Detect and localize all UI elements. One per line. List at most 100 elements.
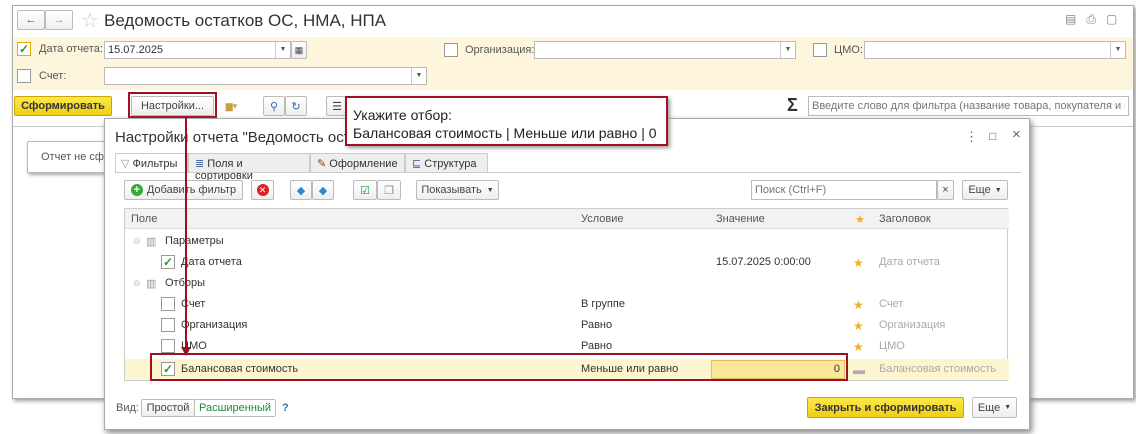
org-checkbox[interactable] [444,43,458,57]
table-header: Поле Условие Значение ★ Заголовок [125,209,1009,229]
table-row[interactable]: Организация Равно ★ Организация [125,315,1009,336]
chevron-down-icon[interactable]: ▼ [1110,42,1125,58]
preview-icon[interactable]: ▢ [1106,12,1127,26]
star-icon[interactable]: ☆ [81,8,99,33]
back-button[interactable]: ← [17,10,45,30]
calendar-button[interactable]: ▦ [291,41,307,59]
more-bottom-button[interactable]: Еще ▼ [972,397,1017,418]
uncheck-all-icon: ❐ [384,184,394,197]
row-condition[interactable]: В группе [581,298,625,310]
move-down-button[interactable]: ◆ [312,180,334,200]
maximize-icon[interactable]: □ [989,129,996,143]
show-label: Показывать [421,184,482,196]
column-value[interactable]: Значение [716,213,765,225]
dash-icon[interactable]: ▬ [853,363,865,377]
tab-filters[interactable]: ▽ Фильтры [115,153,188,173]
row-value[interactable]: 15.07.2025 0:00:00 [716,256,811,268]
more-label: Еще [977,401,1001,414]
cmo-checkbox[interactable] [813,43,827,57]
star-icon[interactable]: ★ [853,256,864,270]
date-input[interactable]: 15.07.2025 ▼ [104,41,291,59]
chevron-down-icon[interactable]: ▼ [411,68,426,84]
view-label: Вид: [116,402,139,414]
dialog-search-input[interactable] [751,180,937,200]
row-checkbox[interactable] [161,318,175,332]
row-condition[interactable]: Равно [581,319,612,331]
arrow-left-icon: ← [25,14,37,26]
sigma-icon[interactable]: Σ [787,95,798,116]
folder-icon: ▆▾ [225,100,238,111]
show-button[interactable]: Показывать ▼ [416,180,499,200]
row-title: Организация [879,319,946,331]
row-condition[interactable]: Равно [581,340,612,352]
help-link[interactable]: ? [282,402,289,414]
filter-search-input[interactable] [808,96,1129,116]
check-all-button[interactable]: ☑ [353,180,377,200]
chevron-down-icon: ▼ [486,186,494,194]
find-button[interactable]: ⚲ [263,96,285,116]
parameters-group-icon: ▥ [146,236,157,248]
tab-label: Структура [424,158,477,170]
filter-group-icon: ▥ [146,278,157,290]
row-checkbox[interactable]: ✓ [161,255,175,269]
close-and-generate-button[interactable]: Закрыть и сформировать [807,397,964,418]
row-title: Дата отчета [879,256,940,268]
chevron-down-icon[interactable]: ▼ [275,42,290,58]
find-next-button[interactable]: ↻ [285,96,307,116]
tab-appearance[interactable]: ✎ Оформление [310,153,405,173]
date-label: Дата отчета: [39,43,103,55]
tab-label: Фильтры [132,158,178,170]
arrow-down-icon: ◆ [318,184,328,197]
view-advanced-button[interactable]: Расширенный [194,399,276,417]
tooltip-line2: Балансовая стоимость | Меньше или равно … [353,125,657,141]
row-title: ЦМО [879,340,905,352]
account-checkbox[interactable] [17,69,31,83]
star-icon[interactable]: ★ [853,340,864,354]
table-row[interactable]: ✓ Дата отчета 15.07.2025 0:00:00 ★ Дата … [125,252,1009,273]
row-checkbox[interactable] [161,339,175,353]
chevron-down-icon[interactable]: ▼ [780,42,795,58]
arrow-up-icon: ◆ [296,184,306,197]
collapse-icon[interactable]: ⊖ [133,236,141,247]
delete-button[interactable]: ✕ [251,180,274,200]
uncheck-all-button[interactable]: ❐ [377,180,401,200]
row-checkbox[interactable] [161,297,175,311]
star-icon[interactable]: ★ [853,319,864,333]
column-condition[interactable]: Условие [581,213,624,225]
print-icon[interactable]: ⎙ [1086,12,1106,26]
star-column-icon: ★ [855,214,865,226]
date-checkbox[interactable]: ✓ [17,42,31,56]
close-icon[interactable]: × [1012,126,1021,143]
tab-fields[interactable]: ≣ Поля и сортировки [188,153,310,182]
view-simple-button[interactable]: Простой [141,399,195,417]
add-filter-button[interactable]: + Добавить фильтр [124,180,243,200]
selected-row-highlight [150,353,848,381]
move-up-button[interactable]: ◆ [290,180,312,200]
tab-label: Оформление [329,158,398,170]
search-next-icon: ↻ [291,100,301,113]
tab-structure[interactable]: ⊑ Структура [405,153,488,173]
tooltip-line1: Укажите отбор: [353,107,452,123]
star-icon[interactable]: ★ [853,298,864,312]
variant-button[interactable]: ▆▾ [219,96,244,116]
account-input[interactable]: ▼ [104,67,427,85]
more-button[interactable]: Еще ▼ [962,180,1008,200]
sort-icon: ≣ [195,158,205,170]
table-row[interactable]: ⊖ ▥ Параметры [125,231,1009,252]
row-field: Дата отчета [181,256,242,268]
clear-search-button[interactable]: × [937,180,954,200]
table-row[interactable]: ⊖▥Отборы [125,273,1009,294]
column-title[interactable]: Заголовок [879,213,931,225]
table-row[interactable]: Счет В группе ★ Счет [125,294,1009,315]
org-input[interactable]: ▼ [534,41,796,59]
more-label: Еще [968,184,991,196]
generate-button[interactable]: Сформировать [14,96,112,116]
tab-label: Поля и сортировки [195,158,253,182]
column-field[interactable]: Поле [131,213,157,225]
collapse-icon[interactable]: ⊖ [133,278,141,289]
more-menu-icon[interactable]: ⋮ [965,129,978,145]
save-icon[interactable]: ▤ [1065,12,1086,26]
forward-button[interactable]: → [45,10,73,30]
cmo-input[interactable]: ▼ [864,41,1126,59]
filter-panel: ✓ Дата отчета: 15.07.2025 ▼ ▦ Организация… [13,37,1133,90]
